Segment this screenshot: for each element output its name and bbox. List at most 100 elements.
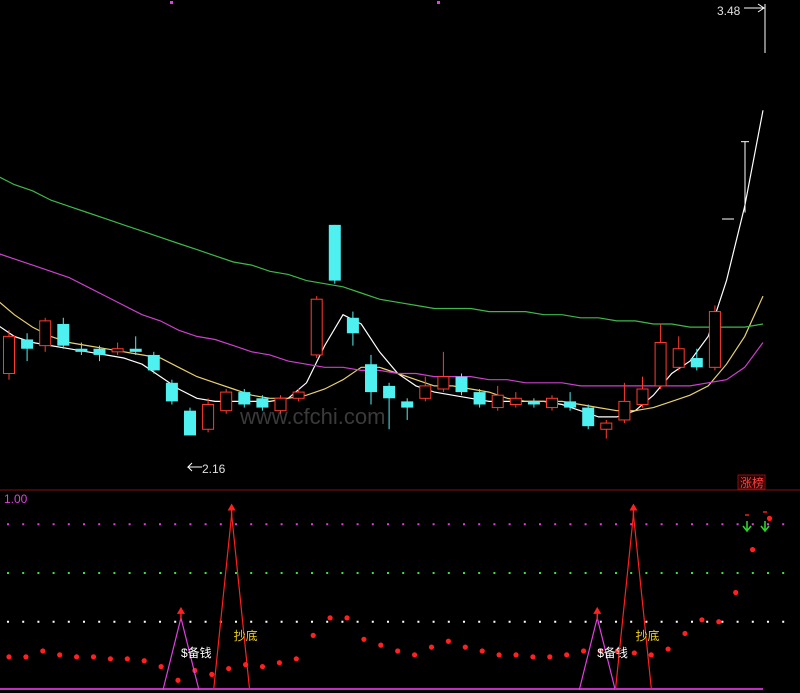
level-dot-2 bbox=[280, 572, 283, 574]
candle-body bbox=[437, 376, 450, 390]
level-dot-1 bbox=[493, 523, 496, 526]
candle-body bbox=[473, 392, 486, 405]
level-dot-2 bbox=[432, 572, 435, 574]
level-dot-3 bbox=[584, 620, 587, 623]
level-dot-3 bbox=[599, 620, 602, 623]
spike-label: 抄底 bbox=[635, 628, 659, 643]
level-dot-2 bbox=[219, 572, 222, 574]
level-dot-3 bbox=[387, 620, 389, 623]
candle-body bbox=[310, 298, 323, 356]
level-dot-3 bbox=[159, 620, 161, 623]
level-dot-1 bbox=[52, 523, 55, 526]
indicator-dot bbox=[276, 660, 282, 666]
level-dot-1 bbox=[660, 523, 663, 526]
indicator-dot bbox=[259, 664, 266, 670]
indicator-dot bbox=[327, 615, 333, 621]
level-dot-3 bbox=[341, 620, 344, 623]
level-dot-3 bbox=[630, 620, 633, 623]
candle-body bbox=[383, 385, 396, 399]
level-dot-2 bbox=[493, 572, 496, 574]
indicator-dot bbox=[530, 654, 536, 660]
indicator-dot bbox=[226, 665, 232, 672]
level-dot-1 bbox=[265, 523, 268, 526]
indicator-dot bbox=[682, 630, 688, 637]
spike-label: 抄底 bbox=[234, 628, 258, 643]
indicator-dot bbox=[107, 656, 113, 662]
level-dot-2 bbox=[189, 572, 192, 574]
indicator-dot bbox=[158, 664, 164, 670]
level-dot-2 bbox=[539, 572, 541, 574]
candle-body bbox=[509, 397, 522, 405]
level-dot-3 bbox=[782, 620, 785, 623]
level-dot-2 bbox=[615, 572, 617, 574]
candle-body bbox=[93, 348, 106, 355]
candle-body bbox=[690, 358, 703, 368]
candle-body bbox=[365, 364, 377, 393]
level-dot-3 bbox=[447, 620, 450, 623]
level-dot-3 bbox=[402, 620, 405, 623]
candle-body bbox=[238, 392, 251, 405]
level-dot-1 bbox=[341, 523, 344, 526]
indicator-dot bbox=[293, 656, 299, 662]
indicator-dot bbox=[665, 646, 671, 652]
level-dot-1 bbox=[417, 523, 420, 526]
level-dot-1 bbox=[22, 523, 25, 526]
candle-body bbox=[672, 348, 685, 368]
level-dot-1 bbox=[782, 523, 785, 526]
level-dot-1 bbox=[539, 523, 541, 526]
indicator-dot bbox=[57, 652, 63, 658]
level-dot-2 bbox=[52, 572, 55, 574]
level-dot-1 bbox=[250, 523, 253, 526]
level-dot-1 bbox=[447, 523, 450, 526]
level-dot-3 bbox=[83, 620, 85, 623]
level-dot-3 bbox=[508, 620, 511, 623]
level-dot-2 bbox=[295, 572, 298, 574]
level-dot-2 bbox=[128, 572, 131, 574]
level-dot-2 bbox=[463, 572, 465, 574]
level-dot-1 bbox=[326, 523, 329, 526]
level-dot-2 bbox=[67, 572, 70, 574]
level-dot-1 bbox=[554, 523, 557, 526]
level-dot-3 bbox=[326, 620, 329, 623]
level-dot-1 bbox=[7, 523, 9, 526]
level-dot-2 bbox=[630, 572, 633, 574]
level-dot-3 bbox=[554, 620, 557, 623]
level-dot-2 bbox=[691, 572, 693, 574]
chart-background bbox=[0, 0, 800, 693]
level-dot-3 bbox=[204, 620, 207, 623]
level-dot-3 bbox=[295, 620, 298, 623]
level-dot-3 bbox=[691, 620, 693, 623]
level-dot-1 bbox=[143, 523, 146, 526]
candle-body bbox=[328, 224, 341, 281]
level-dot-3 bbox=[143, 620, 146, 623]
level-dot-2 bbox=[782, 572, 785, 574]
level-dot-2 bbox=[675, 572, 678, 574]
level-dot-2 bbox=[417, 572, 420, 574]
level-dot-3 bbox=[432, 620, 435, 623]
level-dot-2 bbox=[159, 572, 161, 574]
level-dot-2 bbox=[599, 572, 602, 574]
indicator-dot bbox=[716, 619, 722, 625]
level-dot-2 bbox=[645, 572, 648, 574]
candle-body bbox=[184, 410, 196, 436]
candle bbox=[310, 296, 323, 359]
level-dot-3 bbox=[751, 620, 754, 623]
level-dot-1 bbox=[189, 523, 192, 526]
candle-body bbox=[618, 400, 631, 421]
candle bbox=[220, 389, 233, 414]
candle-body bbox=[546, 397, 558, 409]
candle-body bbox=[165, 382, 178, 402]
level-dot-3 bbox=[371, 620, 374, 623]
level-dot-1 bbox=[706, 523, 709, 526]
level-dot-2 bbox=[371, 572, 374, 574]
level-dot-1 bbox=[371, 523, 374, 526]
level-dot-1 bbox=[463, 523, 465, 526]
indicator-dot bbox=[141, 658, 147, 664]
level-dot-1 bbox=[736, 523, 739, 526]
level-dot-2 bbox=[584, 572, 587, 574]
candle-body bbox=[75, 348, 88, 352]
candle-body bbox=[491, 394, 504, 409]
level-dot-3 bbox=[493, 620, 496, 623]
indicator-dot bbox=[462, 644, 468, 650]
candle-body bbox=[292, 391, 305, 399]
